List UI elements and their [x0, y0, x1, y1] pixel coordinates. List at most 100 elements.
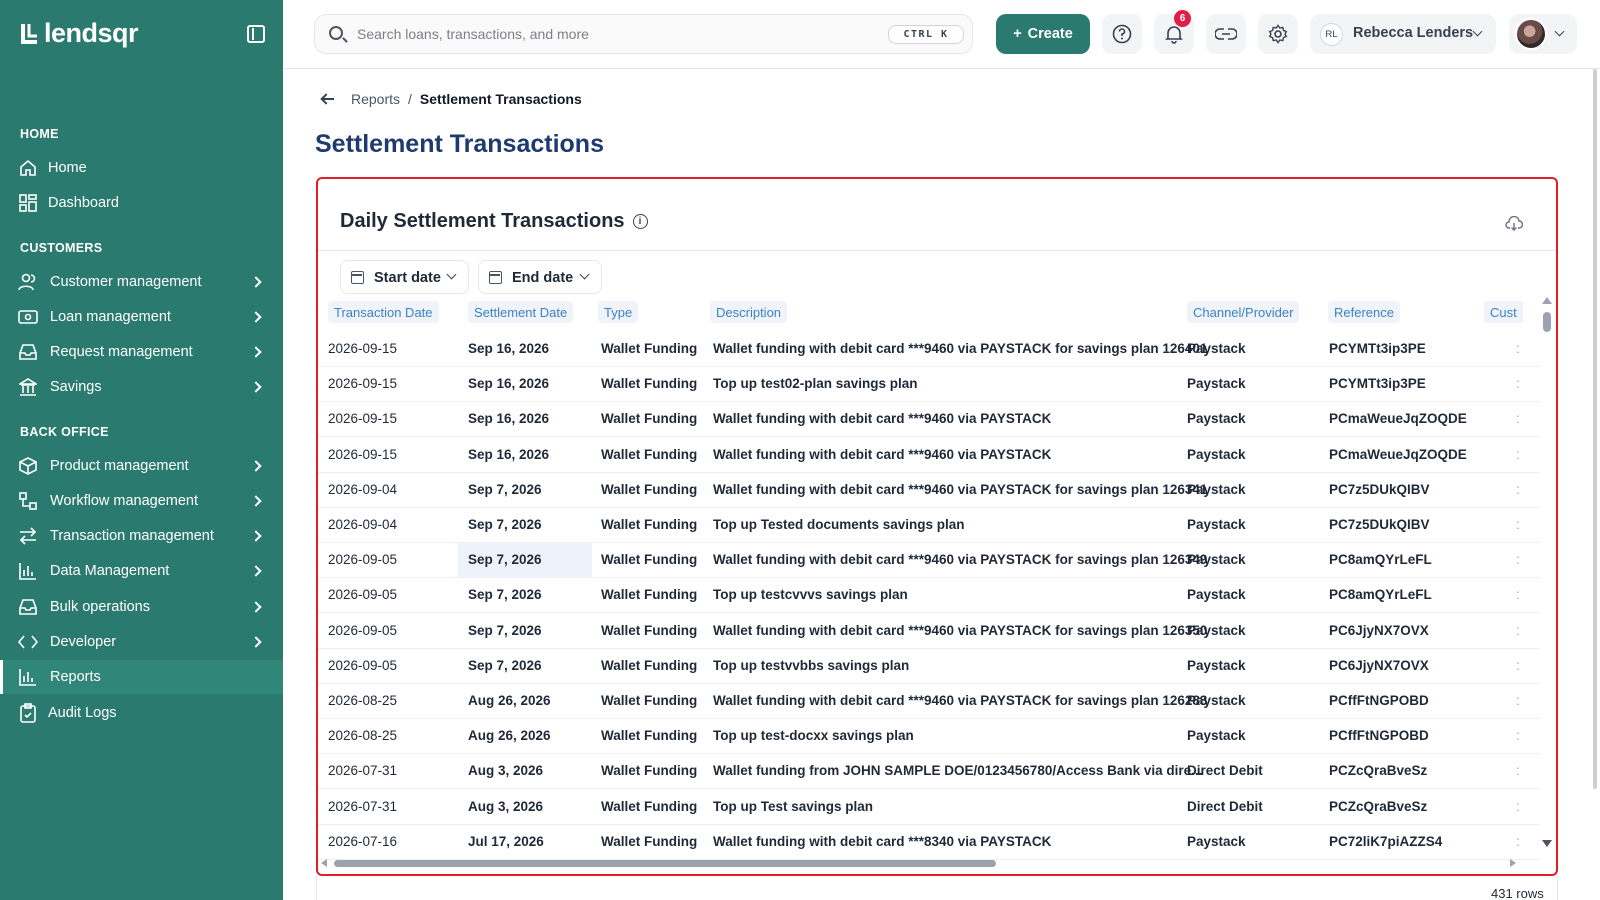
code-icon — [18, 632, 38, 652]
cell-customer-truncated: : — [1516, 728, 1520, 744]
cell-reference: PC7z5DUkQIBV — [1329, 481, 1430, 497]
column-header-customer[interactable]: Cust — [1484, 301, 1523, 323]
breadcrumb: Reports / Settlement Transactions — [321, 91, 582, 107]
cell-customer-truncated: : — [1516, 657, 1520, 673]
cell-settlement-date: Sep 7, 2026 — [468, 657, 542, 673]
start-date-picker[interactable]: Start date — [340, 260, 469, 294]
help-button[interactable] — [1102, 14, 1142, 54]
chevron-right-icon — [250, 346, 262, 358]
chevron-right-icon — [250, 381, 262, 393]
cell-settlement-date: Sep 16, 2026 — [468, 376, 550, 392]
sidebar-item-savings[interactable]: Savings — [0, 370, 283, 404]
search-input[interactable] — [357, 23, 857, 45]
cell-customer-truncated: : — [1516, 622, 1520, 638]
page-title: Settlement Transactions — [315, 130, 604, 158]
sidebar-item-product-management[interactable]: Product management — [0, 449, 283, 483]
sidebar-item-workflow-management[interactable]: Workflow management — [0, 484, 283, 518]
table-row[interactable]: 2026-09-15 Sep 16, 2026 Wallet Funding Wall… — [318, 437, 1540, 473]
column-header-reference[interactable]: Reference — [1328, 301, 1400, 323]
column-header-transaction-date[interactable]: Transaction Date — [328, 301, 439, 323]
sidebar-item-dashboard[interactable]: Dashboard — [0, 186, 283, 220]
table-row[interactable]: 2026-08-25 Aug 26, 2026 Wallet Funding Top … — [318, 718, 1540, 755]
table-row[interactable]: 2026-09-05 Sep 7, 2026 Wallet Funding Walle… — [318, 542, 1540, 579]
sidebar-item-audit-logs[interactable]: Audit Logs — [0, 696, 283, 730]
user-menu-button[interactable]: RL Rebecca Lenders — [1310, 14, 1496, 54]
cell-type: Wallet Funding — [601, 376, 698, 392]
table-row[interactable]: 2026-09-04 Sep 7, 2026 Wallet Funding Top u… — [318, 507, 1540, 543]
card-divider — [318, 250, 1556, 251]
table-row[interactable]: 2026-09-04 Sep 7, 2026 Wallet Funding Walle… — [318, 472, 1540, 508]
sidebar-item-transaction-management[interactable]: Transaction management — [0, 519, 283, 553]
sidebar-item-request-management[interactable]: Request management — [0, 335, 283, 369]
back-arrow-icon[interactable] — [321, 92, 335, 106]
table-row[interactable]: 2026-07-31 Aug 3, 2026 Wallet Funding Top u… — [318, 789, 1540, 825]
user-initials-avatar: RL — [1320, 23, 1343, 46]
end-date-picker[interactable]: End date — [478, 260, 602, 294]
inbox-icon — [18, 342, 38, 362]
cell-customer-truncated: : — [1516, 587, 1520, 603]
cell-type: Wallet Funding — [601, 446, 698, 462]
workflow-icon — [18, 491, 38, 511]
notifications-button[interactable]: 6 — [1154, 10, 1194, 54]
column-header-channel-provider[interactable]: Channel/Provider — [1187, 301, 1300, 323]
scroll-right-arrow-icon[interactable] — [1510, 859, 1516, 867]
scroll-left-arrow-icon[interactable] — [321, 859, 327, 867]
cell-settlement-date: Jul 17, 2026 — [468, 833, 544, 849]
lendsqr-logo[interactable]: lendsqr — [20, 18, 139, 49]
table-row[interactable]: 2026-09-15 Sep 16, 2026 Wallet Funding Wall… — [318, 331, 1540, 367]
link-button[interactable] — [1206, 14, 1246, 54]
page-scrollbar[interactable] — [1593, 69, 1597, 789]
box-icon — [18, 456, 38, 476]
cell-settlement-date: Aug 3, 2026 — [468, 798, 544, 814]
settings-button[interactable] — [1258, 14, 1298, 54]
sidebar-item-home[interactable]: Home — [0, 151, 283, 185]
cell-customer-truncated: : — [1516, 376, 1520, 392]
table-row[interactable]: 2026-07-31 Aug 3, 2026 Wallet Funding Walle… — [318, 753, 1540, 790]
cell-customer-truncated: : — [1516, 517, 1520, 532]
table-row[interactable]: 2026-09-05 Sep 7, 2026 Wallet Funding Top u… — [318, 577, 1540, 614]
breadcrumb-parent[interactable]: Reports — [351, 91, 400, 107]
chevron-right-icon — [250, 276, 262, 288]
scroll-thumb[interactable] — [1543, 312, 1551, 332]
table-row[interactable]: 2026-09-15 Sep 16, 2026 Wallet Funding Wall… — [318, 401, 1540, 438]
column-header-type[interactable]: Type — [598, 301, 639, 323]
link-icon — [1215, 28, 1237, 40]
cell-description: Wallet funding with debit card ***9460 v… — [713, 693, 1208, 708]
scroll-down-arrow-icon[interactable] — [1542, 840, 1552, 847]
cell-settlement-date: Sep 16, 2026 — [468, 411, 550, 427]
table-row[interactable]: 2026-09-05 Sep 7, 2026 Wallet Funding Walle… — [318, 613, 1540, 649]
scroll-up-arrow-icon[interactable] — [1542, 297, 1552, 304]
sidebar-item-developer[interactable]: Developer — [0, 625, 283, 659]
table-row[interactable]: 2026-08-25 Aug 26, 2026 Wallet Funding Wall… — [318, 683, 1540, 719]
cloud-download-icon[interactable] — [1505, 216, 1523, 232]
column-header-settlement-date[interactable]: Settlement Date — [468, 301, 574, 323]
cell-reference: PCffFtNGPOBD — [1329, 728, 1429, 744]
collapse-sidebar-icon[interactable] — [247, 25, 265, 43]
column-header-description[interactable]: Description — [710, 301, 788, 323]
table-row[interactable]: 2026-09-15 Sep 16, 2026 Wallet Funding Top … — [318, 366, 1540, 403]
cell-reference: PC72liK7piAZZS4 — [1329, 833, 1443, 849]
global-search[interactable]: CTRL K — [314, 14, 973, 54]
table-horizontal-scrollbar[interactable] — [318, 859, 1540, 868]
cell-transaction-date: 2026-09-04 — [328, 481, 398, 497]
table-vertical-scrollbar[interactable] — [1542, 297, 1552, 847]
create-button[interactable]: + Create — [996, 14, 1090, 54]
scroll-thumb[interactable] — [334, 860, 996, 867]
table-row[interactable]: 2026-09-05 Sep 7, 2026 Wallet Funding Top u… — [318, 648, 1540, 684]
profile-menu-button[interactable] — [1509, 14, 1577, 54]
sidebar-item-customer-management[interactable]: Customer management — [0, 265, 283, 299]
sidebar-item-bulk-operations[interactable]: Bulk operations — [0, 590, 283, 624]
section-home: HOME — [20, 127, 59, 141]
cell-description: Wallet funding with debit card ***9460 v… — [713, 341, 1208, 356]
breadcrumb-separator: / — [408, 91, 412, 107]
report-title: Daily Settlement Transactions i — [340, 210, 648, 233]
table-row[interactable]: 2026-07-16 Jul 17, 2026 Wallet Funding Wall… — [318, 824, 1540, 860]
sidebar-item-reports[interactable]: Reports — [0, 660, 283, 694]
cell-channel-provider: Paystack — [1187, 728, 1246, 744]
info-icon[interactable]: i — [632, 214, 648, 229]
sidebar-item-data-management[interactable]: Data Management — [0, 554, 283, 588]
cell-type: Wallet Funding — [601, 481, 698, 497]
sidebar-item-loan-management[interactable]: Loan management — [0, 300, 283, 334]
chevron-right-icon — [250, 601, 262, 613]
cell-transaction-date: 2026-08-25 — [328, 728, 398, 744]
